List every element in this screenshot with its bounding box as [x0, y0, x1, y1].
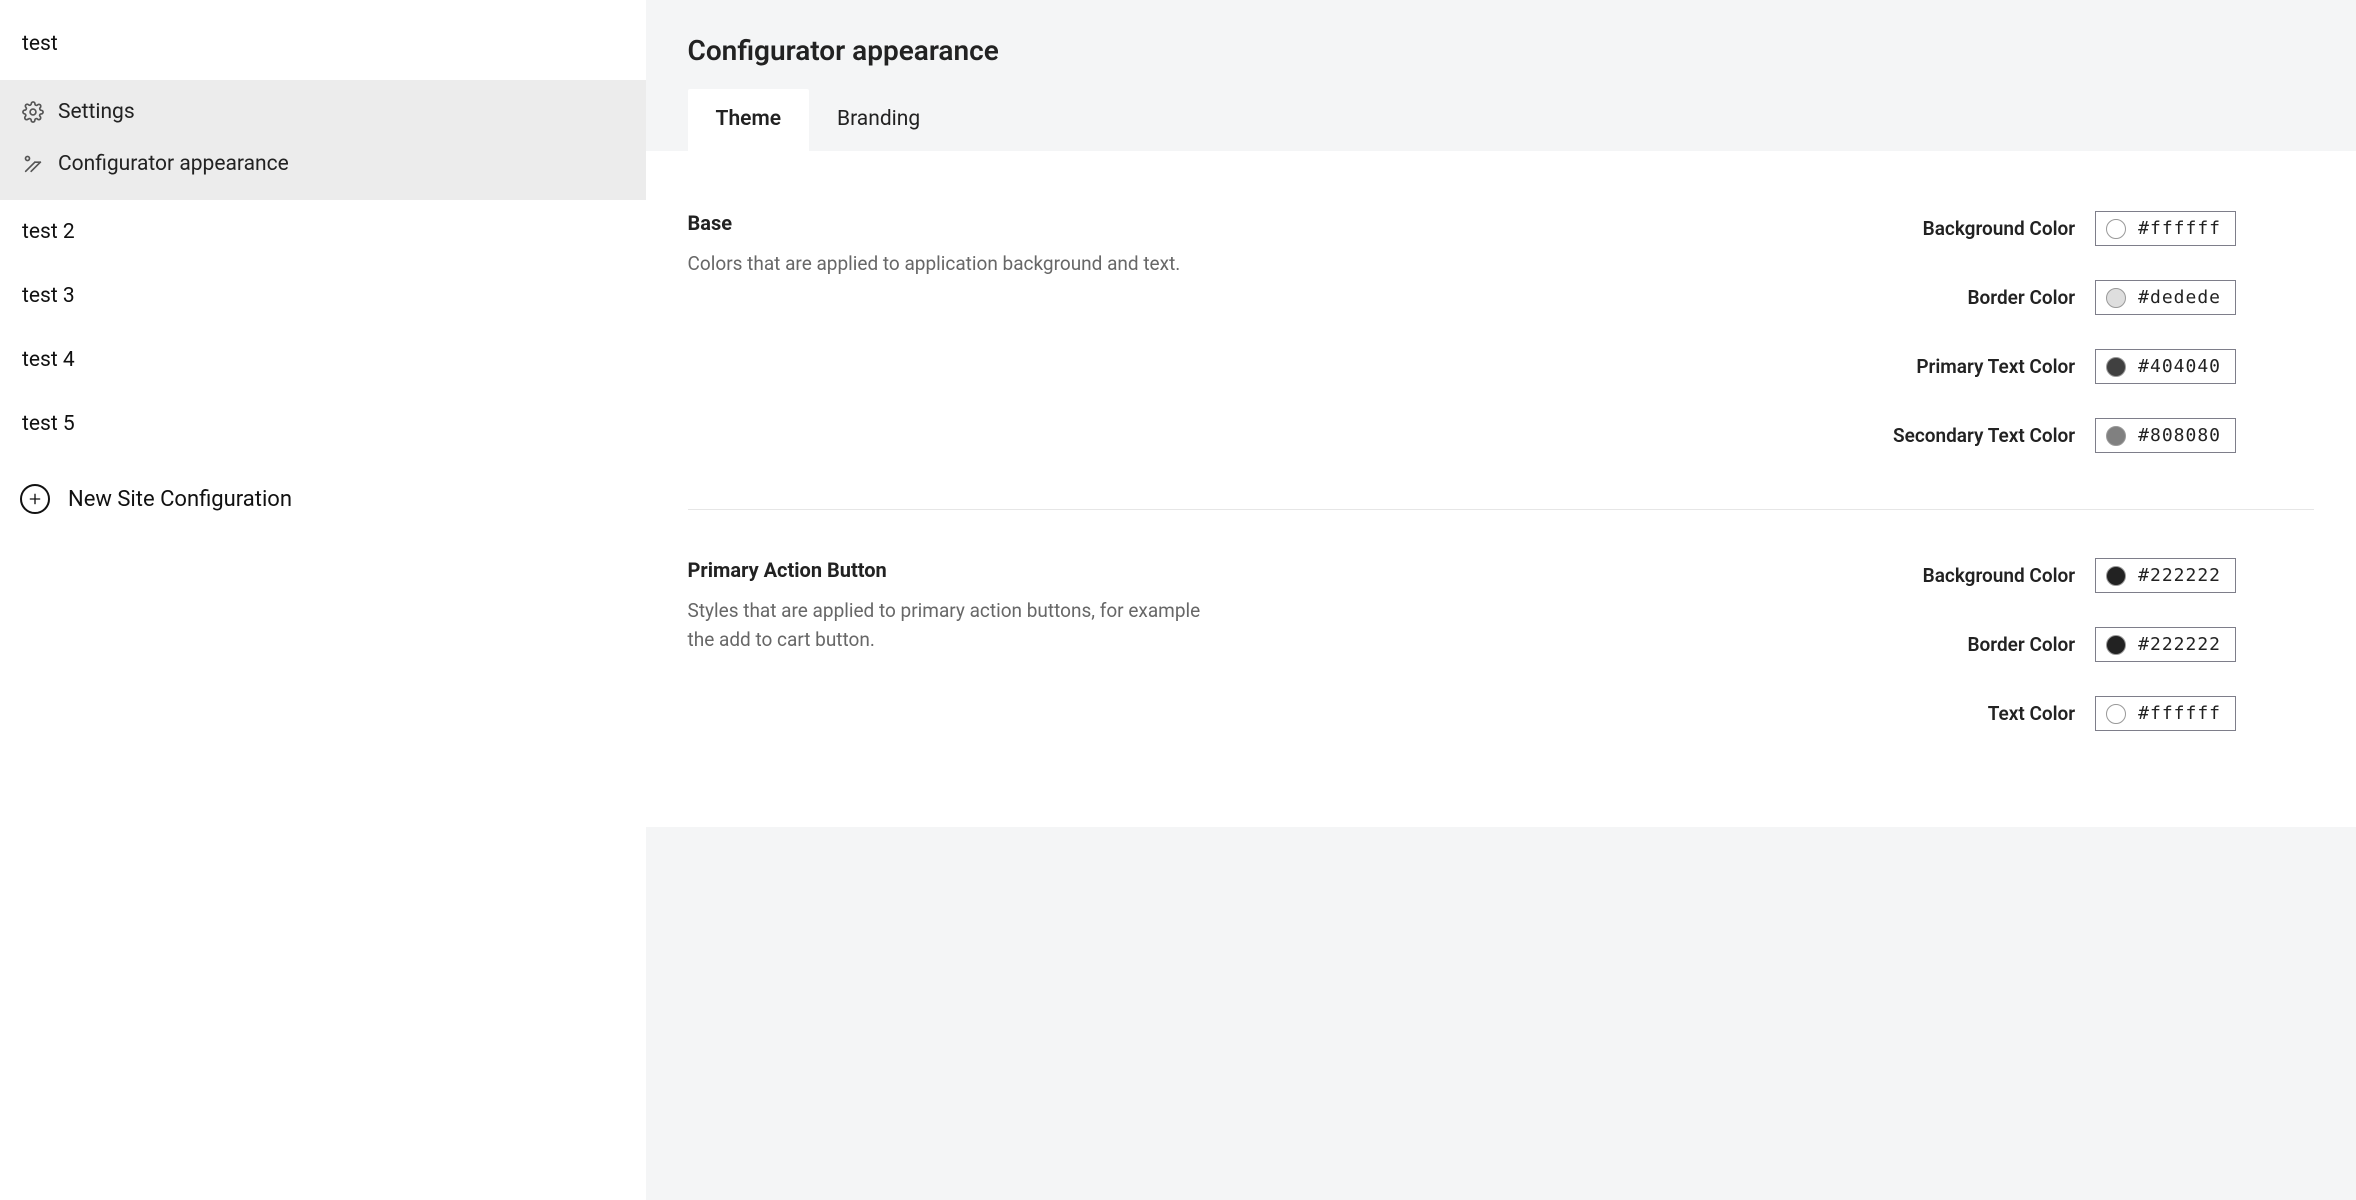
sidebar-item-settings[interactable]: Settings — [0, 86, 646, 138]
color-swatch — [2106, 566, 2126, 586]
gear-icon — [22, 101, 44, 123]
color-value: #404040 — [2138, 356, 2221, 377]
sidebar-site-test2[interactable]: test 2 — [0, 200, 646, 264]
color-label: Text Color — [1988, 702, 2075, 725]
color-swatch — [2106, 219, 2126, 239]
color-swatch — [2106, 357, 2126, 377]
color-row-pab-background: Background Color #222222 — [1923, 558, 2236, 593]
sidebar-site-test5[interactable]: test 5 — [0, 392, 646, 456]
color-label: Background Color — [1923, 564, 2076, 587]
color-row-secondary-text: Secondary Text Color #808080 — [1893, 418, 2236, 453]
color-value: #222222 — [2138, 565, 2221, 586]
color-picker-primary-text[interactable]: #404040 — [2095, 349, 2236, 384]
section-description: Colors that are applied to application b… — [688, 249, 1208, 278]
color-label: Border Color — [1967, 633, 2075, 656]
color-label: Secondary Text Color — [1893, 424, 2075, 447]
sidebar-site-test[interactable]: test — [0, 12, 646, 76]
tab-label: Theme — [716, 107, 781, 131]
tab-panel-theme: Base Colors that are applied to applicat… — [646, 151, 2356, 827]
color-picker-border[interactable]: #dedede — [2095, 280, 2236, 315]
sidebar-site-label: test 4 — [22, 348, 75, 372]
color-swatch — [2106, 426, 2126, 446]
sidebar-site-test4[interactable]: test 4 — [0, 328, 646, 392]
new-site-label: New Site Configuration — [68, 487, 292, 512]
section-description: Styles that are applied to primary actio… — [688, 596, 1208, 655]
color-label: Primary Text Color — [1916, 355, 2075, 378]
color-value: #808080 — [2138, 425, 2221, 446]
color-row-pab-text: Text Color #ffffff — [1988, 696, 2236, 731]
theme-section-primary-action: Primary Action Button Styles that are ap… — [688, 558, 2314, 787]
color-value: #dedede — [2138, 287, 2221, 308]
main-content: Configurator appearance Theme Branding B… — [646, 0, 2356, 1200]
tab-bar: Theme Branding — [646, 89, 2356, 151]
plus-icon — [20, 484, 50, 514]
color-picker-background[interactable]: #ffffff — [2095, 211, 2236, 246]
sidebar: test Settings — [0, 0, 646, 1200]
color-picker-pab-border[interactable]: #222222 — [2095, 627, 2236, 662]
tab-theme[interactable]: Theme — [688, 89, 809, 151]
color-picker-pab-text[interactable]: #ffffff — [2095, 696, 2236, 731]
theme-section-base: Base Colors that are applied to applicat… — [688, 211, 2314, 510]
tab-label: Branding — [837, 107, 920, 131]
color-value: #ffffff — [2138, 218, 2221, 239]
sidebar-site-label: test 5 — [22, 412, 75, 436]
section-info: Primary Action Button Styles that are ap… — [688, 558, 1208, 731]
sidebar-site-label: test 2 — [22, 220, 75, 244]
color-swatch — [2106, 704, 2126, 724]
sidebar-site-label: test — [22, 32, 58, 56]
section-info: Base Colors that are applied to applicat… — [688, 211, 1208, 453]
color-picker-secondary-text[interactable]: #808080 — [2095, 418, 2236, 453]
sidebar-site-subnav: Settings Configurator appearance — [0, 80, 646, 200]
section-colors: Background Color #ffffff Border Color #d… — [1248, 211, 2314, 453]
section-title: Primary Action Button — [688, 558, 1208, 582]
sidebar-site-label: test 3 — [22, 284, 75, 308]
sidebar-site-test3[interactable]: test 3 — [0, 264, 646, 328]
color-row-pab-border: Border Color #222222 — [1967, 627, 2236, 662]
color-value: #ffffff — [2138, 703, 2221, 724]
color-value: #222222 — [2138, 634, 2221, 655]
color-row-primary-text: Primary Text Color #404040 — [1916, 349, 2236, 384]
color-picker-pab-background[interactable]: #222222 — [2095, 558, 2236, 593]
appearance-icon — [22, 153, 44, 175]
section-colors: Background Color #222222 Border Color #2… — [1248, 558, 2314, 731]
color-swatch — [2106, 288, 2126, 308]
color-label: Border Color — [1967, 286, 2075, 309]
color-label: Background Color — [1923, 217, 2076, 240]
sidebar-item-label: Configurator appearance — [58, 152, 289, 176]
page-title: Configurator appearance — [646, 34, 2356, 89]
color-row-border: Border Color #dedede — [1967, 280, 2236, 315]
tab-branding[interactable]: Branding — [809, 89, 948, 151]
sidebar-item-label: Settings — [58, 100, 135, 124]
section-title: Base — [688, 211, 1208, 235]
app-root: test Settings — [0, 0, 2356, 1200]
color-swatch — [2106, 635, 2126, 655]
sidebar-item-appearance[interactable]: Configurator appearance — [0, 138, 646, 190]
new-site-button[interactable]: New Site Configuration — [0, 466, 646, 532]
color-row-background: Background Color #ffffff — [1923, 211, 2236, 246]
